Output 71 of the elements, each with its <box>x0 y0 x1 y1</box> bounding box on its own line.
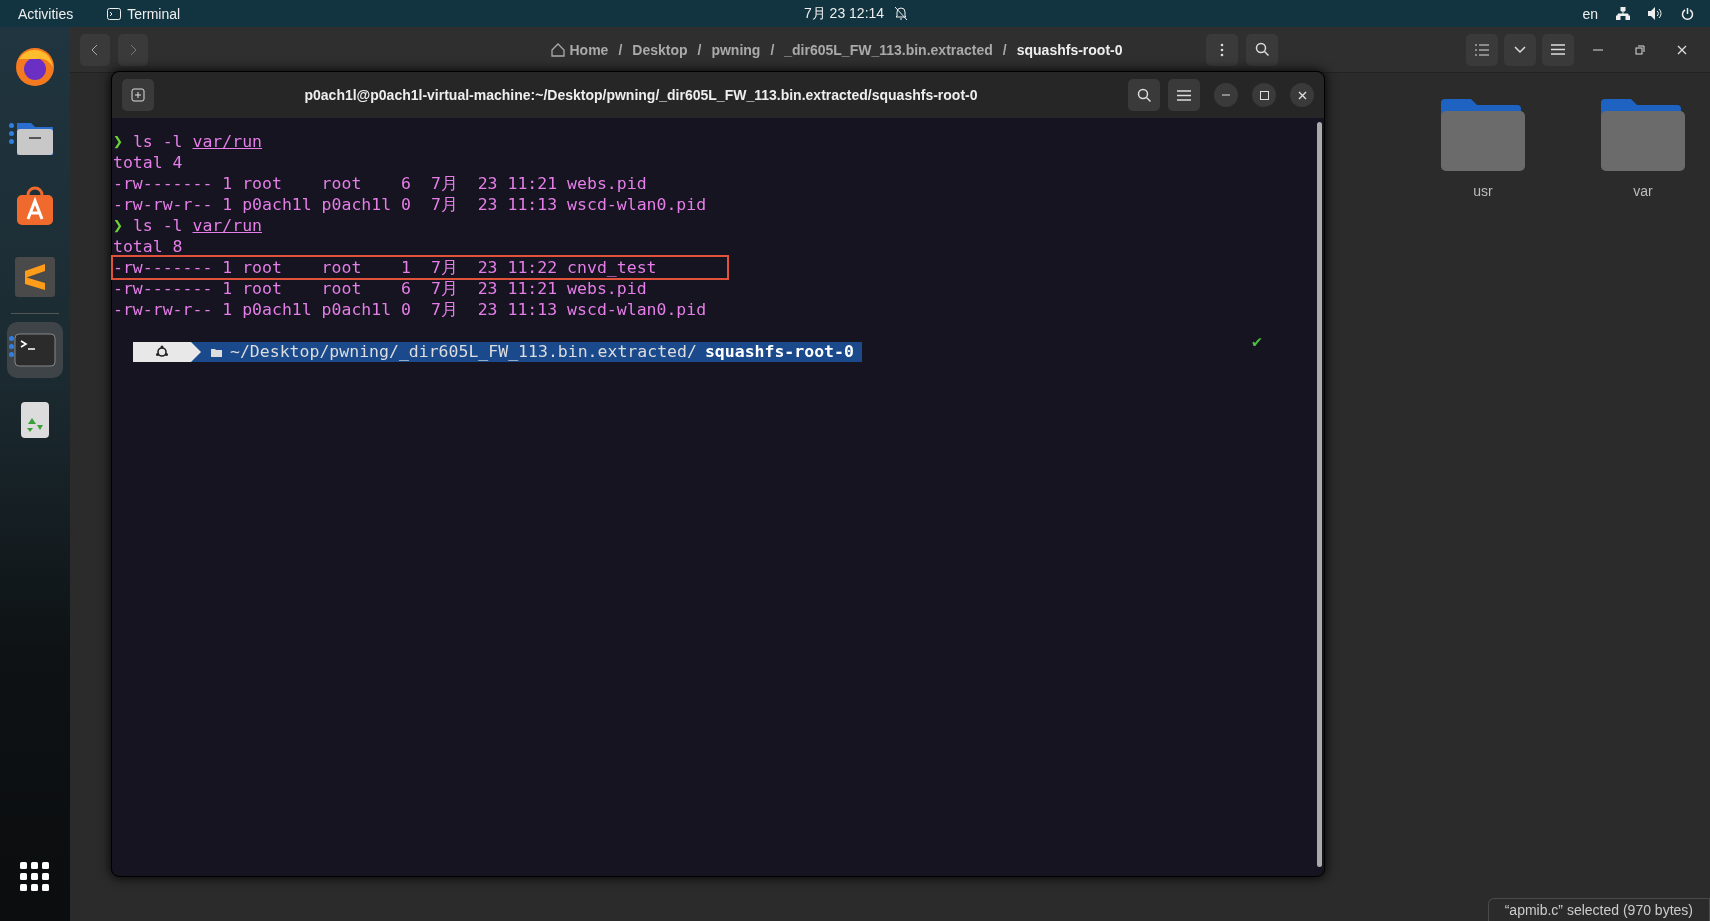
output-line: total 8 <box>113 236 183 257</box>
restore-icon <box>1635 44 1645 55</box>
menu-icon <box>1551 44 1565 55</box>
breadcrumb[interactable]: Home <box>551 41 609 58</box>
list-view-button[interactable] <box>1466 33 1498 66</box>
chevron-down-icon <box>1514 45 1526 54</box>
network-icon[interactable] <box>1616 7 1630 20</box>
path-separator: / <box>618 41 623 58</box>
output-line: -rw------- 1 root root 6 7月 23 11:21 webs.pid <box>113 278 647 299</box>
minimize-button[interactable] <box>1214 83 1238 107</box>
folder-name[interactable]: usr <box>1473 183 1493 199</box>
close-icon <box>1297 90 1307 100</box>
search-button[interactable] <box>1246 33 1278 66</box>
selection-status: “apmib.c” selected (970 bytes) <box>1487 898 1710 921</box>
command-text: ls -l <box>132 215 184 236</box>
breadcrumb[interactable]: Desktop <box>632 41 688 58</box>
breadcrumb[interactable]: pwning <box>711 41 761 58</box>
maximize-button[interactable] <box>1252 83 1276 107</box>
output-line: -rw-rw-r-- 1 p0ach1l p0ach1l 0 7月 23 11:13 wscd-wlan0.pid <box>113 194 707 215</box>
app-menu[interactable]: Terminal <box>127 5 181 22</box>
path-link[interactable]: var/run <box>192 131 263 152</box>
menu-icon <box>1177 89 1191 101</box>
clock[interactable]: 7月 23 12:14 <box>803 4 885 23</box>
language-indicator[interactable]: en <box>1582 5 1598 22</box>
close-button[interactable] <box>1290 83 1314 107</box>
search-icon <box>1136 87 1152 103</box>
path-text: ~/Desktop/pwning/_dir605L_FW_113.bin.extracted/ <box>230 341 697 362</box>
folder-icon <box>211 346 222 357</box>
path-separator: / <box>770 41 775 58</box>
breadcrumb[interactable]: squashfs-root-0 <box>1016 41 1123 58</box>
vertical-dots-icon <box>1220 42 1224 57</box>
path-separator: / <box>697 41 702 58</box>
success-mark: ✔ <box>1251 330 1262 352</box>
current-directory: squashfs-root-0 <box>704 341 854 362</box>
output-line: -rw------- 1 root root 6 7月 23 11:21 webs.pid <box>113 173 647 194</box>
prompt-symbol: ❯ <box>113 131 124 152</box>
breadcrumb[interactable]: _dir605L_FW_113.bin.extracted <box>784 41 993 58</box>
folder-icon <box>1601 97 1685 171</box>
output-line: total 4 <box>113 152 183 173</box>
output-line: -rw-rw-r-- 1 p0ach1l p0ach1l 0 7月 23 11:13 wscd-wlan0.pid <box>113 299 707 320</box>
menu-button[interactable] <box>1168 79 1200 111</box>
browser-icon <box>13 45 57 89</box>
folder-icon <box>1441 97 1525 171</box>
chevron-right-icon <box>129 43 137 56</box>
search-button[interactable] <box>1128 79 1160 111</box>
window-title: p0ach1l@p0ach1l-virtual-machine:~/Desktop/pwning/_dir605L_FW_113.bin.extracted/squashfs-root-0 <box>303 87 979 103</box>
power-icon[interactable] <box>1681 6 1694 21</box>
maximize-icon <box>1259 90 1269 100</box>
plus-icon <box>131 88 145 102</box>
path-separator: / <box>1002 41 1007 58</box>
minimize-icon <box>1222 94 1230 96</box>
terminal-icon <box>107 7 122 20</box>
chevron-left-icon <box>91 43 99 56</box>
scrollbar[interactable] <box>1317 122 1322 867</box>
home-icon <box>551 42 566 57</box>
new-tab-button[interactable] <box>122 79 154 111</box>
prompt-symbol: ❯ <box>113 215 124 236</box>
activities-button[interactable]: Activities <box>18 5 74 22</box>
menu-button[interactable] <box>1542 33 1574 66</box>
folder-name[interactable]: var <box>1633 183 1653 199</box>
command-text: ls -l <box>132 131 184 152</box>
highlighted-output: -rw------- 1 root root 1 7月 23 11:22 cnvd_test <box>113 257 727 278</box>
search-icon <box>1254 42 1270 57</box>
volume-icon[interactable] <box>1648 7 1663 20</box>
os-logo-icon <box>155 344 169 359</box>
list-icon <box>1475 43 1489 56</box>
view-options-button[interactable] <box>1504 33 1536 66</box>
path-link[interactable]: var/run <box>192 215 263 236</box>
bell-muted-icon <box>894 6 909 21</box>
close-icon <box>1677 44 1687 55</box>
minimize-icon <box>1593 48 1603 51</box>
